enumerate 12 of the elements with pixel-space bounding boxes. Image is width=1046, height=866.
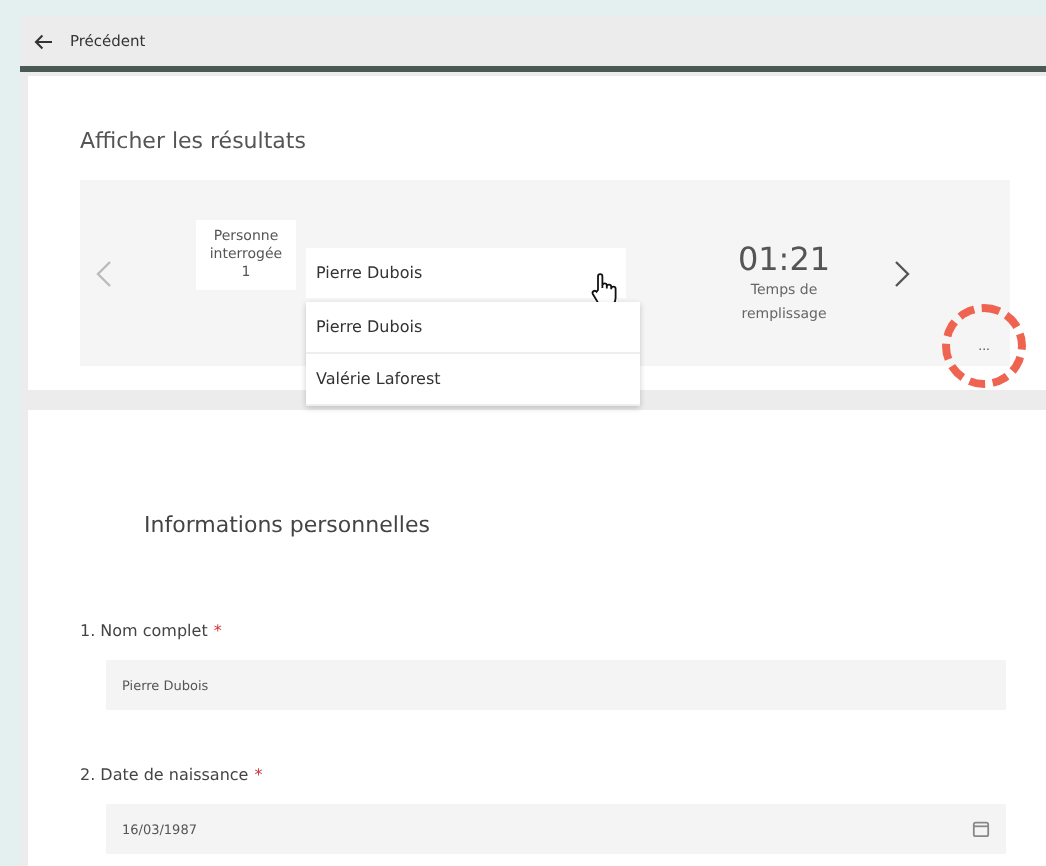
question-label: 2. Date de naissance [80, 766, 249, 784]
section-title: Informations personnelles [144, 512, 432, 538]
calendar-icon[interactable] [972, 820, 990, 838]
duration-value: 01:21 [737, 240, 831, 278]
back-arrow-icon [34, 33, 54, 49]
next-icon[interactable] [894, 259, 910, 287]
section-title: Afficher les résultats [80, 128, 308, 154]
required-mark: * [213, 622, 222, 640]
question-label: 1. Nom complet [80, 622, 208, 640]
required-mark: * [254, 766, 263, 784]
previous-icon[interactable] [96, 259, 112, 287]
respondent-dropdown[interactable]: Pierre Dubois [306, 248, 626, 298]
